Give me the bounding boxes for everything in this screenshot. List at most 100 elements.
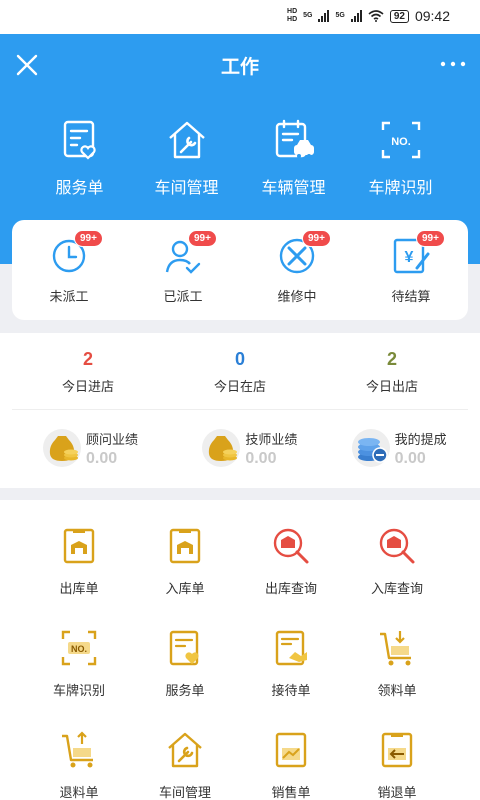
status-unassigned[interactable]: 99+ 未派工 xyxy=(12,220,126,320)
func-label: 出库查询 xyxy=(264,582,317,597)
status-assigned[interactable]: 99+ 已派工 xyxy=(126,220,240,320)
quick-label: 车牌识别 xyxy=(368,178,433,197)
func-label: 销退单 xyxy=(377,786,417,800)
count-row: 2 今日进店 0 今日在店 2 今日出店 xyxy=(12,333,468,410)
func-label: 退料单 xyxy=(59,786,99,800)
hd-text-2: HD xyxy=(287,16,298,23)
service-order-icon xyxy=(63,120,96,160)
func-label: 出库单 xyxy=(59,582,99,597)
count-value: 2 xyxy=(82,349,93,369)
coin-stack-icon xyxy=(351,429,390,467)
wifi-icon xyxy=(368,10,384,22)
hd-text-1: HD xyxy=(287,8,298,15)
more-icon[interactable] xyxy=(438,52,468,76)
quick-service-order[interactable]: 服务单 xyxy=(26,118,133,198)
clock: 09:42 xyxy=(414,8,450,24)
warehouse-in-icon xyxy=(169,528,201,564)
badge: 99+ xyxy=(74,230,103,247)
perf-advisor[interactable]: 顾问业绩 0.00 xyxy=(0,428,171,468)
func-label: 入库单 xyxy=(165,582,205,597)
order-status-card: 99+ 未派工 99+ 已派工 99+ 维修中 ¥ 99+ 待结算 xyxy=(12,220,468,320)
cart-up-icon xyxy=(62,731,93,768)
money-bag-icon xyxy=(202,429,241,467)
workshop-icon xyxy=(168,121,205,159)
count-label: 今日进店 xyxy=(61,380,114,395)
func-label: 入库查询 xyxy=(370,582,423,597)
status-label: 已派工 xyxy=(163,290,203,305)
page-title: 工作 xyxy=(220,56,259,78)
badge: 99+ xyxy=(188,230,217,247)
count-out[interactable]: 2 今日出店 xyxy=(316,333,468,409)
status-bar: HD HD 5G 5G 92 09:42 xyxy=(0,0,480,34)
quick-workshop[interactable]: 车间管理 xyxy=(133,118,240,198)
status-label: 待结算 xyxy=(391,290,431,305)
warehouse-out-icon xyxy=(63,528,95,564)
count-present[interactable]: 0 今日在店 xyxy=(164,333,316,409)
quick-plate-scan[interactable]: NO. 车牌识别 xyxy=(347,118,454,198)
func-inbound-query[interactable]: 入库查询 xyxy=(344,526,450,628)
func-outbound-order[interactable]: 出库单 xyxy=(26,526,132,628)
sales-chart-icon xyxy=(275,732,307,768)
func-label: 领料单 xyxy=(377,684,417,699)
signal-icon-2 xyxy=(350,10,362,22)
plate-scan-icon: NO. xyxy=(61,630,97,666)
func-label: 接待单 xyxy=(271,684,311,699)
count-value: 0 xyxy=(234,349,245,369)
svg-text:¥: ¥ xyxy=(405,249,414,266)
status-label: 未派工 xyxy=(49,290,89,305)
func-outbound-query[interactable]: 出库查询 xyxy=(238,526,344,628)
workshop-icon xyxy=(168,732,202,768)
status-pending-settlement[interactable]: ¥ 99+ 待结算 xyxy=(354,220,468,320)
signal-icon xyxy=(318,10,330,22)
quick-label: 车间管理 xyxy=(154,178,219,197)
quick-actions: 服务单 车间管理 车辆管理 NO. 车牌识别 xyxy=(0,118,480,198)
svg-text:NO.: NO. xyxy=(391,136,411,148)
quick-label: 车辆管理 xyxy=(261,178,326,197)
func-service-order[interactable]: 服务单 xyxy=(132,628,238,730)
quick-vehicle[interactable]: 车辆管理 xyxy=(240,118,347,198)
func-material-requisition[interactable]: 领料单 xyxy=(344,628,450,730)
func-inbound-order[interactable]: 入库单 xyxy=(132,526,238,628)
performance-row: 顾问业绩 0.00 技师业绩 0.00 我的提成 0.00 xyxy=(0,410,480,468)
function-grid: 出库单 入库单 出库查询 入库查询 NO. 车牌识别 服务单 接待单 领料单 退… xyxy=(0,500,480,800)
plate-scan-icon: NO. xyxy=(381,121,420,159)
perf-value: 0.00 xyxy=(245,449,277,467)
cart-down-icon xyxy=(380,631,411,666)
count-in[interactable]: 2 今日进店 xyxy=(12,333,164,409)
status-in-repair[interactable]: 99+ 维修中 xyxy=(240,220,354,320)
battery-icon: 92 xyxy=(389,9,409,23)
func-sales-order[interactable]: 销售单 xyxy=(238,730,344,800)
status-label: 维修中 xyxy=(277,290,317,305)
handshake-icon xyxy=(275,630,307,666)
network-type-1: 5G xyxy=(303,12,313,19)
func-plate-scan[interactable]: NO. 车牌识别 xyxy=(26,628,132,730)
func-material-return[interactable]: 退料单 xyxy=(26,730,132,800)
warehouse-search-icon xyxy=(379,528,415,564)
sales-return-icon xyxy=(381,732,413,768)
warehouse-search-icon xyxy=(273,528,309,564)
func-workshop[interactable]: 车间管理 xyxy=(132,730,238,800)
vehicle-icon xyxy=(275,119,314,158)
func-label: 销售单 xyxy=(271,786,311,800)
func-label: 服务单 xyxy=(165,684,205,699)
perf-technician[interactable]: 技师业绩 0.00 xyxy=(171,428,330,468)
badge: 99+ xyxy=(302,230,331,247)
func-label: 车牌识别 xyxy=(52,684,105,699)
perf-value: 0.00 xyxy=(86,449,118,467)
perf-label: 技师业绩 xyxy=(245,432,298,448)
service-order-icon xyxy=(169,630,199,666)
perf-value: 0.00 xyxy=(394,449,426,467)
today-stats: 2 今日进店 0 今日在店 2 今日出店 顾问业绩 0.00 技师业绩 0.00… xyxy=(0,333,480,488)
perf-commission[interactable]: 我的提成 0.00 xyxy=(331,428,480,468)
svg-text:NO.: NO. xyxy=(71,644,87,654)
perf-label: 我的提成 xyxy=(394,432,447,448)
func-sales-return[interactable]: 销退单 xyxy=(344,730,450,800)
count-value: 2 xyxy=(386,349,397,369)
func-label: 车间管理 xyxy=(158,786,211,800)
network-type-2: 5G xyxy=(335,12,345,19)
count-label: 今日在店 xyxy=(213,380,266,395)
func-reception-order[interactable]: 接待单 xyxy=(238,628,344,730)
hd-indicator: HD HD xyxy=(287,8,297,24)
count-label: 今日出店 xyxy=(365,380,418,395)
perf-label: 顾问业绩 xyxy=(86,432,139,448)
